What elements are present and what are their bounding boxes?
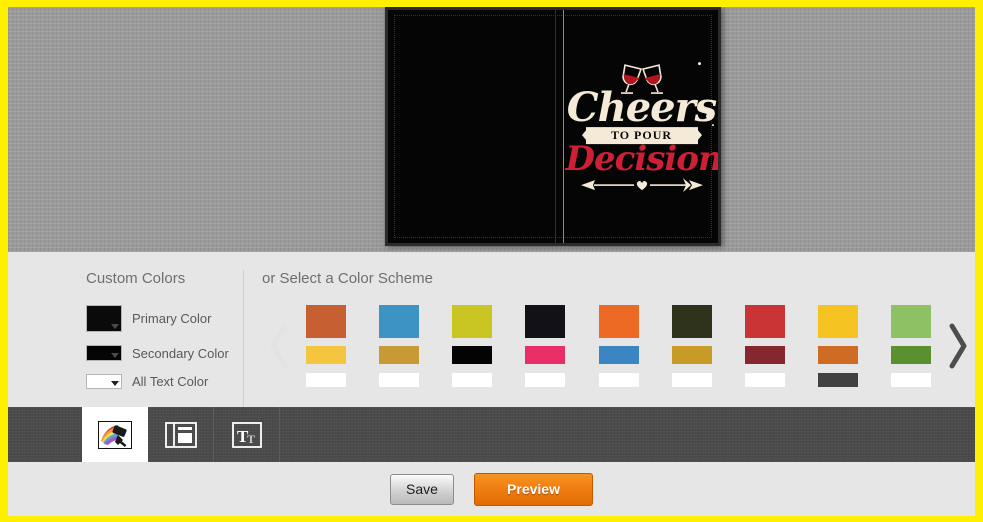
save-button[interactable]: Save [390, 473, 454, 505]
scheme-list [296, 305, 941, 387]
artwork-line-1: Cheers [566, 83, 717, 131]
custom-colors-title: Custom Colors [86, 270, 186, 287]
text-icon: T T [231, 421, 262, 448]
scheme-prev-button[interactable] [262, 323, 296, 369]
primary-color-label: Primary Color [132, 311, 212, 326]
secondary-color-picker[interactable] [86, 345, 122, 361]
all-text-color-label: All Text Color [132, 374, 209, 389]
scheme-swatch-top [306, 305, 346, 338]
scheme-swatch-mid [306, 346, 346, 364]
custom-colors-section: Custom Colors Primary Color Secondary Co… [8, 270, 244, 407]
scheme-swatch-mid [379, 346, 420, 364]
scheme-swatch-mid [598, 346, 639, 364]
color-schemes-section: or Select a Color Scheme [244, 270, 975, 407]
scheme-swatch-bottom [379, 373, 420, 387]
artwork-line-3: Decisions [565, 139, 721, 180]
scheme-swatch-mid [525, 346, 566, 364]
color-scheme-option[interactable] [891, 305, 931, 387]
color-scheme-option[interactable] [379, 305, 420, 387]
chevron-down-icon [111, 353, 119, 358]
all-text-color-picker[interactable] [86, 374, 122, 389]
scheme-swatch-top [379, 305, 420, 338]
action-footer: Save Preview [8, 462, 975, 516]
scheme-swatch-mid [891, 346, 931, 364]
chevron-down-icon [111, 324, 119, 329]
color-scheme-option[interactable] [671, 305, 712, 387]
editor-tabbar: T T [8, 407, 975, 462]
svg-text:T: T [247, 432, 255, 446]
scheme-swatch-mid [452, 346, 493, 364]
scheme-swatch-bottom [817, 373, 858, 387]
scheme-swatch-mid [671, 346, 712, 364]
color-scheme-option[interactable] [306, 305, 346, 387]
scheme-swatch-top [891, 305, 931, 338]
scheme-swatch-bottom [306, 373, 346, 387]
color-schemes-title: or Select a Color Scheme [262, 270, 433, 287]
scheme-swatch-top [598, 305, 639, 338]
preview-button[interactable]: Preview [474, 472, 593, 506]
paint-roller-icon [98, 420, 132, 449]
color-scheme-option[interactable] [817, 305, 858, 387]
tab-layout[interactable] [148, 407, 214, 462]
scheme-swatch-mid [817, 346, 858, 364]
scheme-swatch-bottom [744, 373, 785, 387]
primary-color-row: Primary Color [86, 305, 243, 332]
scheme-swatch-top [744, 305, 785, 338]
scheme-swatch-top [817, 305, 858, 338]
secondary-color-row: Secondary Color [86, 345, 243, 361]
color-scheme-option[interactable] [598, 305, 639, 387]
tab-design-colors[interactable] [82, 407, 148, 462]
controls-panel: Custom Colors Primary Color Secondary Co… [8, 252, 975, 407]
app-frame: Cheers TO POUR Decisions [8, 7, 975, 516]
app-root: Cheers TO POUR Decisions [0, 0, 983, 522]
scheme-swatch-mid [744, 346, 785, 364]
color-scheme-option[interactable] [452, 305, 493, 387]
scheme-swatch-top [671, 305, 712, 338]
scheme-next-button[interactable] [941, 323, 975, 369]
artwork-line-2: TO POUR [610, 128, 673, 143]
scheme-swatch-bottom [891, 373, 931, 387]
schemes-carousel [262, 305, 975, 387]
chevron-down-icon [111, 381, 119, 386]
layout-icon [164, 421, 197, 448]
secondary-color-label: Secondary Color [132, 345, 229, 361]
scheme-swatch-top [525, 305, 566, 338]
card-spine [553, 10, 565, 243]
card-artwork: Cheers TO POUR Decisions [566, 60, 718, 194]
card-panel-left [388, 10, 553, 243]
all-text-color-row: All Text Color [86, 374, 243, 389]
color-scheme-option[interactable] [744, 305, 785, 387]
scheme-swatch-bottom [671, 373, 712, 387]
scheme-swatch-top [452, 305, 493, 338]
scheme-swatch-bottom [525, 373, 566, 387]
card-inner: Cheers TO POUR Decisions [388, 10, 718, 243]
scheme-swatch-bottom [452, 373, 493, 387]
arrow-heart-icon [566, 177, 718, 193]
tab-text[interactable]: T T [214, 407, 280, 462]
card-panel-right: Cheers TO POUR Decisions [565, 10, 718, 243]
preview-stage: Cheers TO POUR Decisions [8, 7, 975, 252]
color-scheme-option[interactable] [525, 305, 566, 387]
scheme-swatch-bottom [598, 373, 639, 387]
card-preview[interactable]: Cheers TO POUR Decisions [385, 7, 721, 246]
primary-color-picker[interactable] [86, 305, 122, 332]
